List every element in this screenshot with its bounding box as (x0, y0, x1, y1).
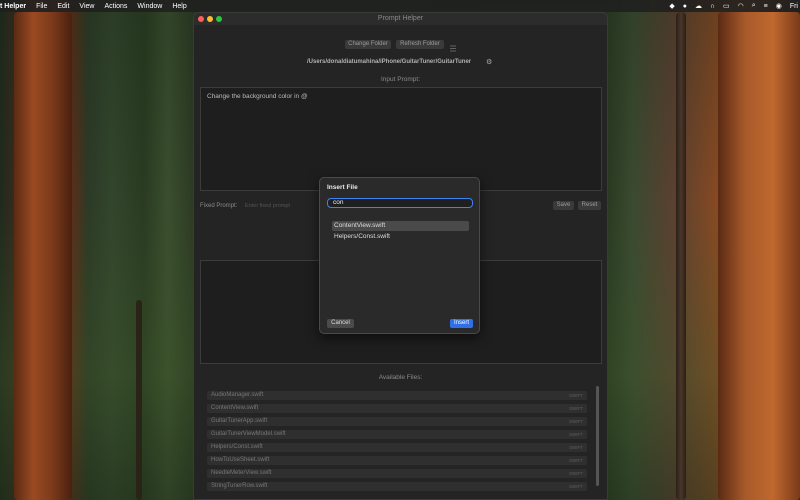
gear-icon[interactable]: ⚙ (486, 58, 492, 66)
reset-button[interactable]: Reset (578, 201, 601, 210)
file-row[interactable]: ContentView.swift SWIFT (207, 404, 587, 413)
menu-bar: t Helper File Edit View Actions Window H… (0, 0, 800, 12)
insert-button[interactable]: Insert (450, 319, 473, 328)
siri-icon[interactable]: ◉ (776, 2, 782, 10)
fixed-prompt-label: Fixed Prompt: (200, 203, 238, 209)
search-icon[interactable]: ⌕ (752, 2, 756, 10)
file-name: ContentView.swift (211, 405, 259, 411)
file-type: SWIFT (569, 432, 583, 437)
control-center-icon[interactable]: ≡ (764, 3, 768, 10)
file-name: NeedleMeterView.swift (211, 470, 272, 476)
chrome-icon[interactable]: ● (683, 3, 687, 10)
file-name: Helpers/Const.swift (211, 444, 263, 450)
dialog-title: Insert File (327, 184, 358, 191)
file-row[interactable]: AudioManager.swift SWIFT (207, 391, 587, 400)
list-icon[interactable] (449, 40, 457, 52)
folder-path: /Users/donaldiatumahina/iPhone/GuitarTun… (307, 59, 472, 65)
result-item[interactable]: Helpers/Const.swift (332, 232, 469, 242)
refresh-folder-button[interactable]: Refresh Folder (396, 40, 444, 49)
cancel-button[interactable]: Cancel (327, 319, 354, 328)
input-prompt-label: Input Prompt: (380, 76, 421, 83)
file-row[interactable]: GuitarTunerApp.swift SWIFT (207, 417, 587, 426)
menu-view[interactable]: View (79, 3, 94, 10)
file-type: SWIFT (569, 445, 583, 450)
file-name: AudioManager.swift (211, 392, 264, 398)
menu-window[interactable]: Window (137, 3, 162, 10)
menu-app-name[interactable]: t Helper (0, 3, 26, 10)
dropbox-icon[interactable]: ◆ (669, 2, 674, 10)
headphones-icon[interactable]: ∩ (710, 3, 715, 10)
file-row[interactable]: NeedleMeterView.swift SWIFT (207, 469, 587, 478)
file-name: HowToUseSheet.swift (211, 457, 270, 463)
file-name: GuitarTunerViewModel.swift (211, 431, 286, 437)
wallpaper-tree-right-thin (676, 12, 686, 500)
menu-file[interactable]: File (36, 3, 47, 10)
fixed-prompt-placeholder: Enter fixed prompt (245, 203, 290, 209)
battery-icon[interactable]: ▭ (723, 2, 730, 10)
cloud-icon[interactable]: ☁ (695, 2, 702, 10)
menu-actions[interactable]: Actions (104, 3, 127, 10)
available-files-label: Available Files: (378, 374, 423, 381)
wallpaper-tree-left (14, 12, 72, 500)
file-list-scrollbar[interactable] (596, 386, 599, 486)
menu-help[interactable]: Help (172, 3, 186, 10)
menu-edit[interactable]: Edit (57, 3, 69, 10)
change-folder-button[interactable]: Change Folder (345, 40, 391, 49)
file-row[interactable]: StringTunerRow.swift SWIFT (207, 482, 587, 491)
file-row[interactable]: Helpers/Const.swift SWIFT (207, 443, 587, 452)
file-type: SWIFT (569, 458, 583, 463)
title-bar: Prompt Helper (194, 13, 607, 25)
file-type: SWIFT (569, 419, 583, 424)
menu-extras: ◆ ● ☁ ∩ ▭ ◠ ⌕ ≡ ◉ Fri (669, 0, 798, 12)
file-name: StringTunerRow.swift (211, 483, 268, 489)
file-type: SWIFT (569, 471, 583, 476)
result-item[interactable]: ContentView.swift (332, 221, 469, 231)
file-row[interactable]: HowToUseSheet.swift SWIFT (207, 456, 587, 465)
wallpaper-tree-right (718, 12, 800, 500)
file-name: GuitarTunerApp.swift (211, 418, 268, 424)
file-type: SWIFT (569, 406, 583, 411)
file-type: SWIFT (569, 484, 583, 489)
wallpaper-tree-left-thin (136, 300, 142, 500)
input-prompt-editor[interactable]: Change the background color in @ (200, 87, 602, 191)
file-row[interactable]: GuitarTunerViewModel.swift SWIFT (207, 430, 587, 439)
insert-file-dialog: Insert File con ContentView.swift Helper… (319, 177, 480, 334)
input-prompt-text: Change the background color in @ (207, 93, 308, 100)
wifi-icon[interactable]: ◠ (738, 2, 744, 10)
file-search-input[interactable]: con (327, 198, 473, 208)
file-type: SWIFT (569, 393, 583, 398)
window-title: Prompt Helper (377, 15, 424, 22)
menu-clock[interactable]: Fri (790, 3, 798, 10)
save-button[interactable]: Save (553, 201, 574, 210)
